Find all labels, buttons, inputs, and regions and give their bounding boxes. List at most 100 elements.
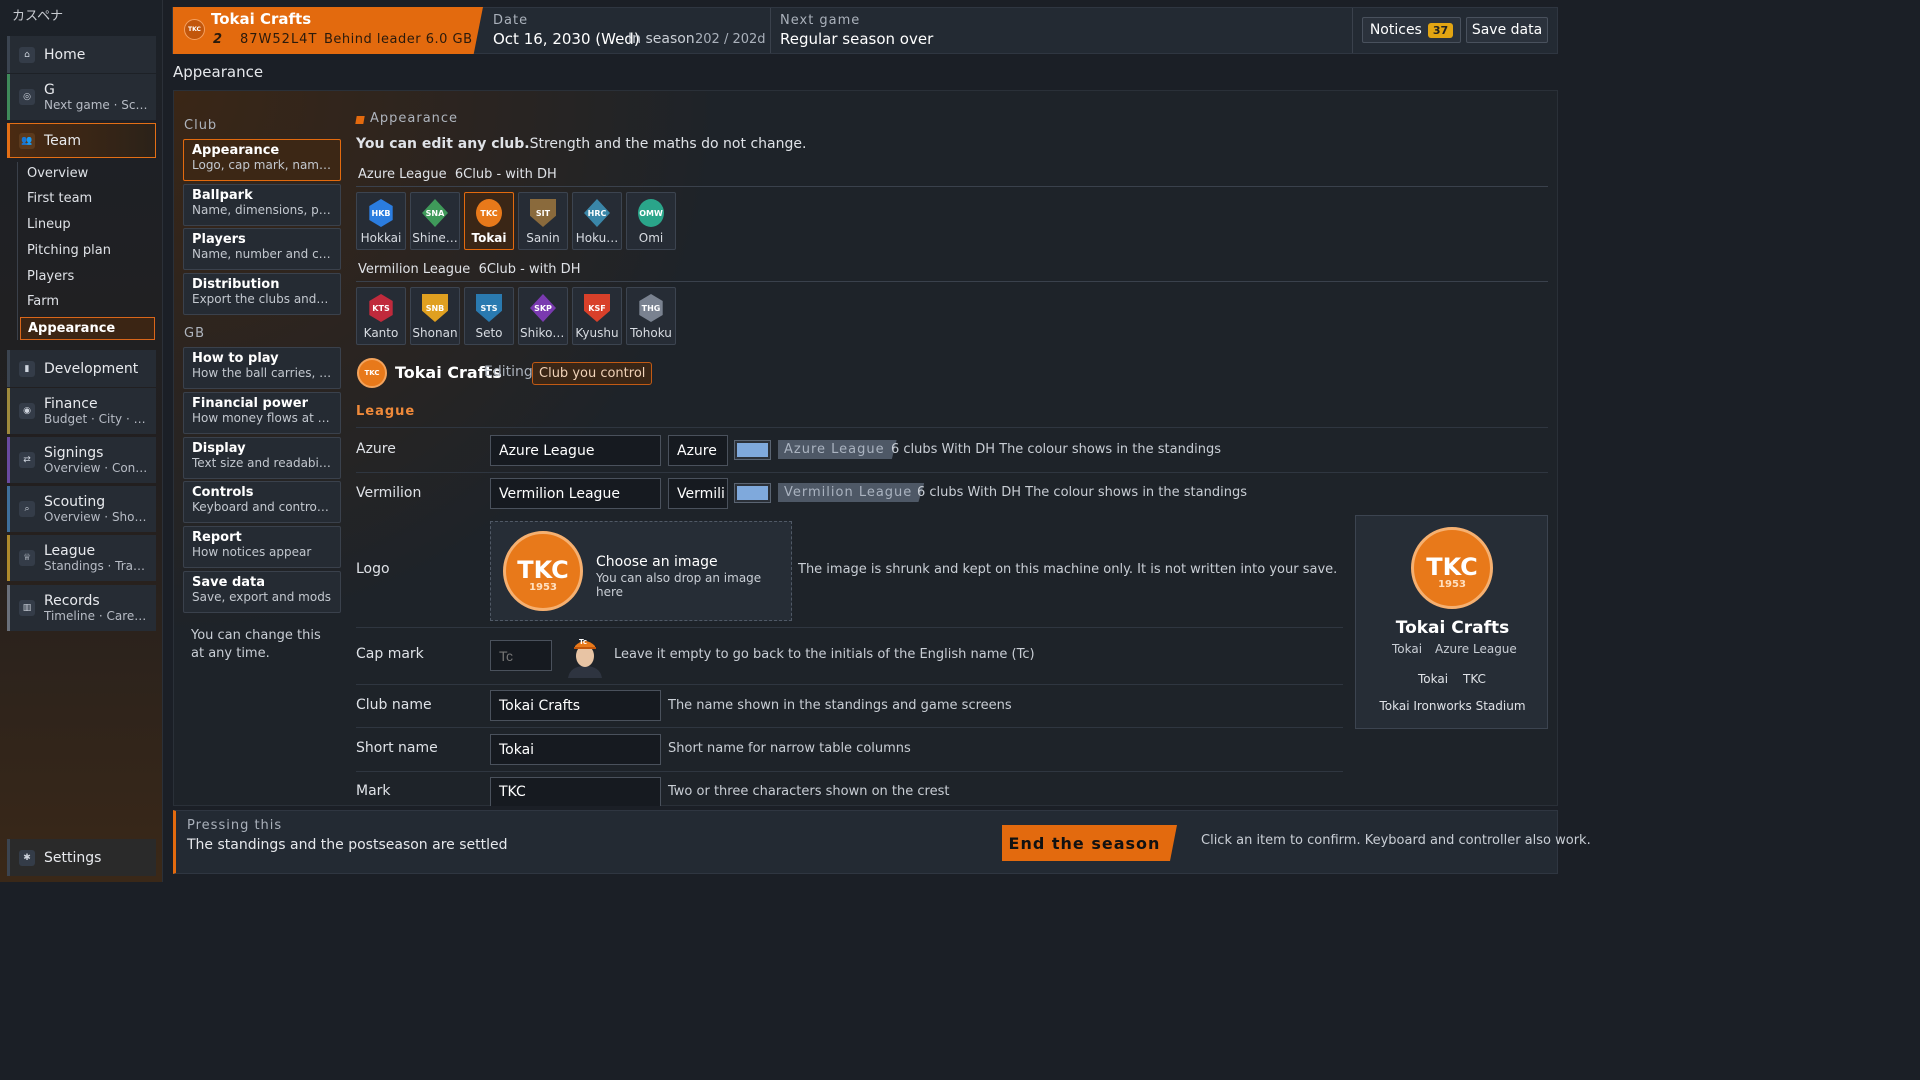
nav-scouting[interactable]: ⌕ Scouting Overview · Shor… xyxy=(7,486,156,532)
row-divider xyxy=(356,684,1343,685)
league-short-input[interactable]: Vermili xyxy=(668,478,728,509)
club-crest-icon: SNB xyxy=(422,294,448,322)
league-meta: 6Club - with DH xyxy=(478,262,581,277)
preview-club-name: Tokai Crafts xyxy=(1395,618,1510,638)
next-game-label: Next game xyxy=(780,13,861,28)
league-heading: Azure League 6Club - with DH xyxy=(358,167,557,182)
header-club-record: 87W52L4T xyxy=(240,32,318,47)
footer-hint: Click an item to confirm. Keyboard and c… xyxy=(1201,833,1591,848)
card-desc: Save, export and mods xyxy=(192,590,332,604)
intro-text: You can edit any club.Strength and the m… xyxy=(356,136,806,152)
club-tile-tohoku[interactable]: THG Tohoku xyxy=(626,287,676,345)
nav-label: Scouting xyxy=(44,494,106,510)
end-season-button[interactable]: End the season xyxy=(1002,825,1177,861)
club-crest-icon: THG xyxy=(639,294,663,322)
card-desc: Logo, cap mark, name… xyxy=(192,158,332,172)
club-crest-icon: SKP xyxy=(530,294,556,322)
club-tile-hokkai[interactable]: HKB Hokkai xyxy=(356,192,406,250)
club-tile-hoku[interactable]: HRC Hoku… xyxy=(572,192,622,250)
book-icon: ▥ xyxy=(19,600,35,616)
logo-hint: The image is shrunk and kept on this mac… xyxy=(798,562,1338,577)
preview-short-name-2: Tokai xyxy=(1418,672,1449,686)
menu-card-save-data[interactable]: Save data Save, export and mods xyxy=(183,571,341,613)
nav-records[interactable]: ▥ Records Timeline · Care… xyxy=(7,585,156,631)
preview-stadium: Tokai Ironworks Stadium xyxy=(1379,699,1526,713)
nav-label: Settings xyxy=(44,849,102,866)
cap-mark-input[interactable] xyxy=(490,640,552,671)
preview-league: Azure League xyxy=(1435,642,1517,656)
field-label: Short name xyxy=(356,740,438,756)
transfer-icon: ⇄ xyxy=(19,452,35,468)
club-crest-icon: KSF xyxy=(584,294,610,322)
club-tile-name: Kyushu xyxy=(575,326,619,340)
subnav-appearance[interactable]: Appearance xyxy=(20,317,155,340)
season-label: In season xyxy=(628,31,695,47)
nav-home[interactable]: ⌂ Home xyxy=(7,36,156,73)
club-name-input[interactable]: Tokai Crafts xyxy=(490,690,661,721)
subnav-pitching-plan[interactable]: Pitching plan xyxy=(20,239,155,261)
menu-card-distribution[interactable]: Distribution Export the clubs and … xyxy=(183,273,341,315)
league-color-swatch[interactable] xyxy=(734,440,771,460)
club-tile-kyushu[interactable]: KSF Kyushu xyxy=(572,287,622,345)
club-tile-sanin[interactable]: SIT Sanin xyxy=(518,192,568,250)
header-club-box[interactable]: TKC Tokai Crafts 2 87W52L4T Behind leade… xyxy=(173,7,483,54)
notices-button[interactable]: Notices 37 xyxy=(1362,17,1461,43)
header-club-status: Behind leader 6.0 GB xyxy=(324,32,473,47)
league-color-swatch[interactable] xyxy=(734,483,771,503)
subnav-line xyxy=(17,162,18,340)
club-tile-name: Sanin xyxy=(526,231,560,245)
club-crest-icon: HRC xyxy=(584,199,610,227)
menu-card-display[interactable]: Display Text size and readability xyxy=(183,437,341,479)
mark-input[interactable]: TKC xyxy=(490,777,661,806)
short-name-input[interactable]: Tokai xyxy=(490,734,661,765)
club-tile-kanto[interactable]: KTS Kanto xyxy=(356,287,406,345)
nav-signings[interactable]: ⇄ Signings Overview · Cont… xyxy=(7,437,156,483)
save-data-button[interactable]: Save data xyxy=(1466,17,1548,43)
row-divider xyxy=(356,771,1343,772)
league-divider xyxy=(356,281,1548,282)
nav-league[interactable]: ♕ League Standings · Tran… xyxy=(7,535,156,581)
league-meta: 6Club - with DH xyxy=(454,167,557,182)
nav-games[interactable]: ◎ G Next game · Sc… xyxy=(7,74,156,120)
menu-card-how-to-play[interactable]: How to play How the ball carries, … xyxy=(183,347,341,389)
menu-card-financial-power[interactable]: Financial power How money flows at e… xyxy=(183,392,341,434)
date-value: Oct 16, 2030 (Wed) xyxy=(493,30,640,48)
nav-sublabel: Next game · Sc… xyxy=(44,98,148,112)
nav-development[interactable]: ▮ Development xyxy=(7,350,156,387)
menu-card-appearance[interactable]: Appearance Logo, cap mark, name… xyxy=(183,139,341,181)
subnav-first-team[interactable]: First team xyxy=(20,187,155,209)
club-tile-shonan[interactable]: SNB Shonan xyxy=(410,287,460,345)
league-name-input[interactable]: Vermilion League xyxy=(490,478,661,509)
nav-settings[interactable]: ✱ Settings xyxy=(7,839,156,876)
home-icon: ⌂ xyxy=(19,46,35,63)
club-tile-name: Omi xyxy=(638,231,664,245)
nav-team[interactable]: 👥 Team xyxy=(7,123,156,158)
nav-label: G xyxy=(44,82,55,98)
club-tile-tokai[interactable]: TKC Tokai xyxy=(464,192,514,250)
subnav-farm[interactable]: Farm xyxy=(20,290,155,312)
menu-card-report[interactable]: Report How notices appear xyxy=(183,526,341,568)
subnav-players[interactable]: Players xyxy=(20,265,155,287)
league-name-input[interactable]: Azure League xyxy=(490,435,661,466)
subnav-overview[interactable]: Overview xyxy=(20,162,155,184)
cap-mark-hint: Leave it empty to go back to the initial… xyxy=(614,647,1035,662)
appearance-section-label: Appearance xyxy=(370,111,459,126)
nav-finance[interactable]: ◉ Finance Budget · City · B… xyxy=(7,388,156,434)
menu-card-ballpark[interactable]: Ballpark Name, dimensions, pa… xyxy=(183,184,341,226)
club-tile-name: Hoku… xyxy=(575,231,619,245)
club-section-label: Club xyxy=(184,118,218,133)
club-preview-card: TKC 1953 Tokai Crafts Tokai Azure League… xyxy=(1355,515,1548,729)
logo-dropzone[interactable]: TKC 1953 Choose an image You can also dr… xyxy=(490,521,792,621)
menu-card-players[interactable]: Players Name, number and ca… xyxy=(183,228,341,270)
club-tile-shikoku[interactable]: SKP Shikoku xyxy=(518,287,568,345)
club-tile-seto[interactable]: STS Seto xyxy=(464,287,514,345)
club-tile-shine[interactable]: SNA Shine… xyxy=(410,192,460,250)
preview-logo: TKC 1953 xyxy=(1411,527,1493,609)
trophy-icon: ♕ xyxy=(19,550,35,566)
club-tile-omi[interactable]: OMW Omi xyxy=(626,192,676,250)
league-short-input[interactable]: Azure xyxy=(668,435,728,466)
choose-image-label[interactable]: Choose an image xyxy=(596,554,718,570)
editing-status: Editing xyxy=(484,364,533,380)
subnav-lineup[interactable]: Lineup xyxy=(20,213,155,235)
menu-card-controls[interactable]: Controls Keyboard and controller xyxy=(183,481,341,523)
